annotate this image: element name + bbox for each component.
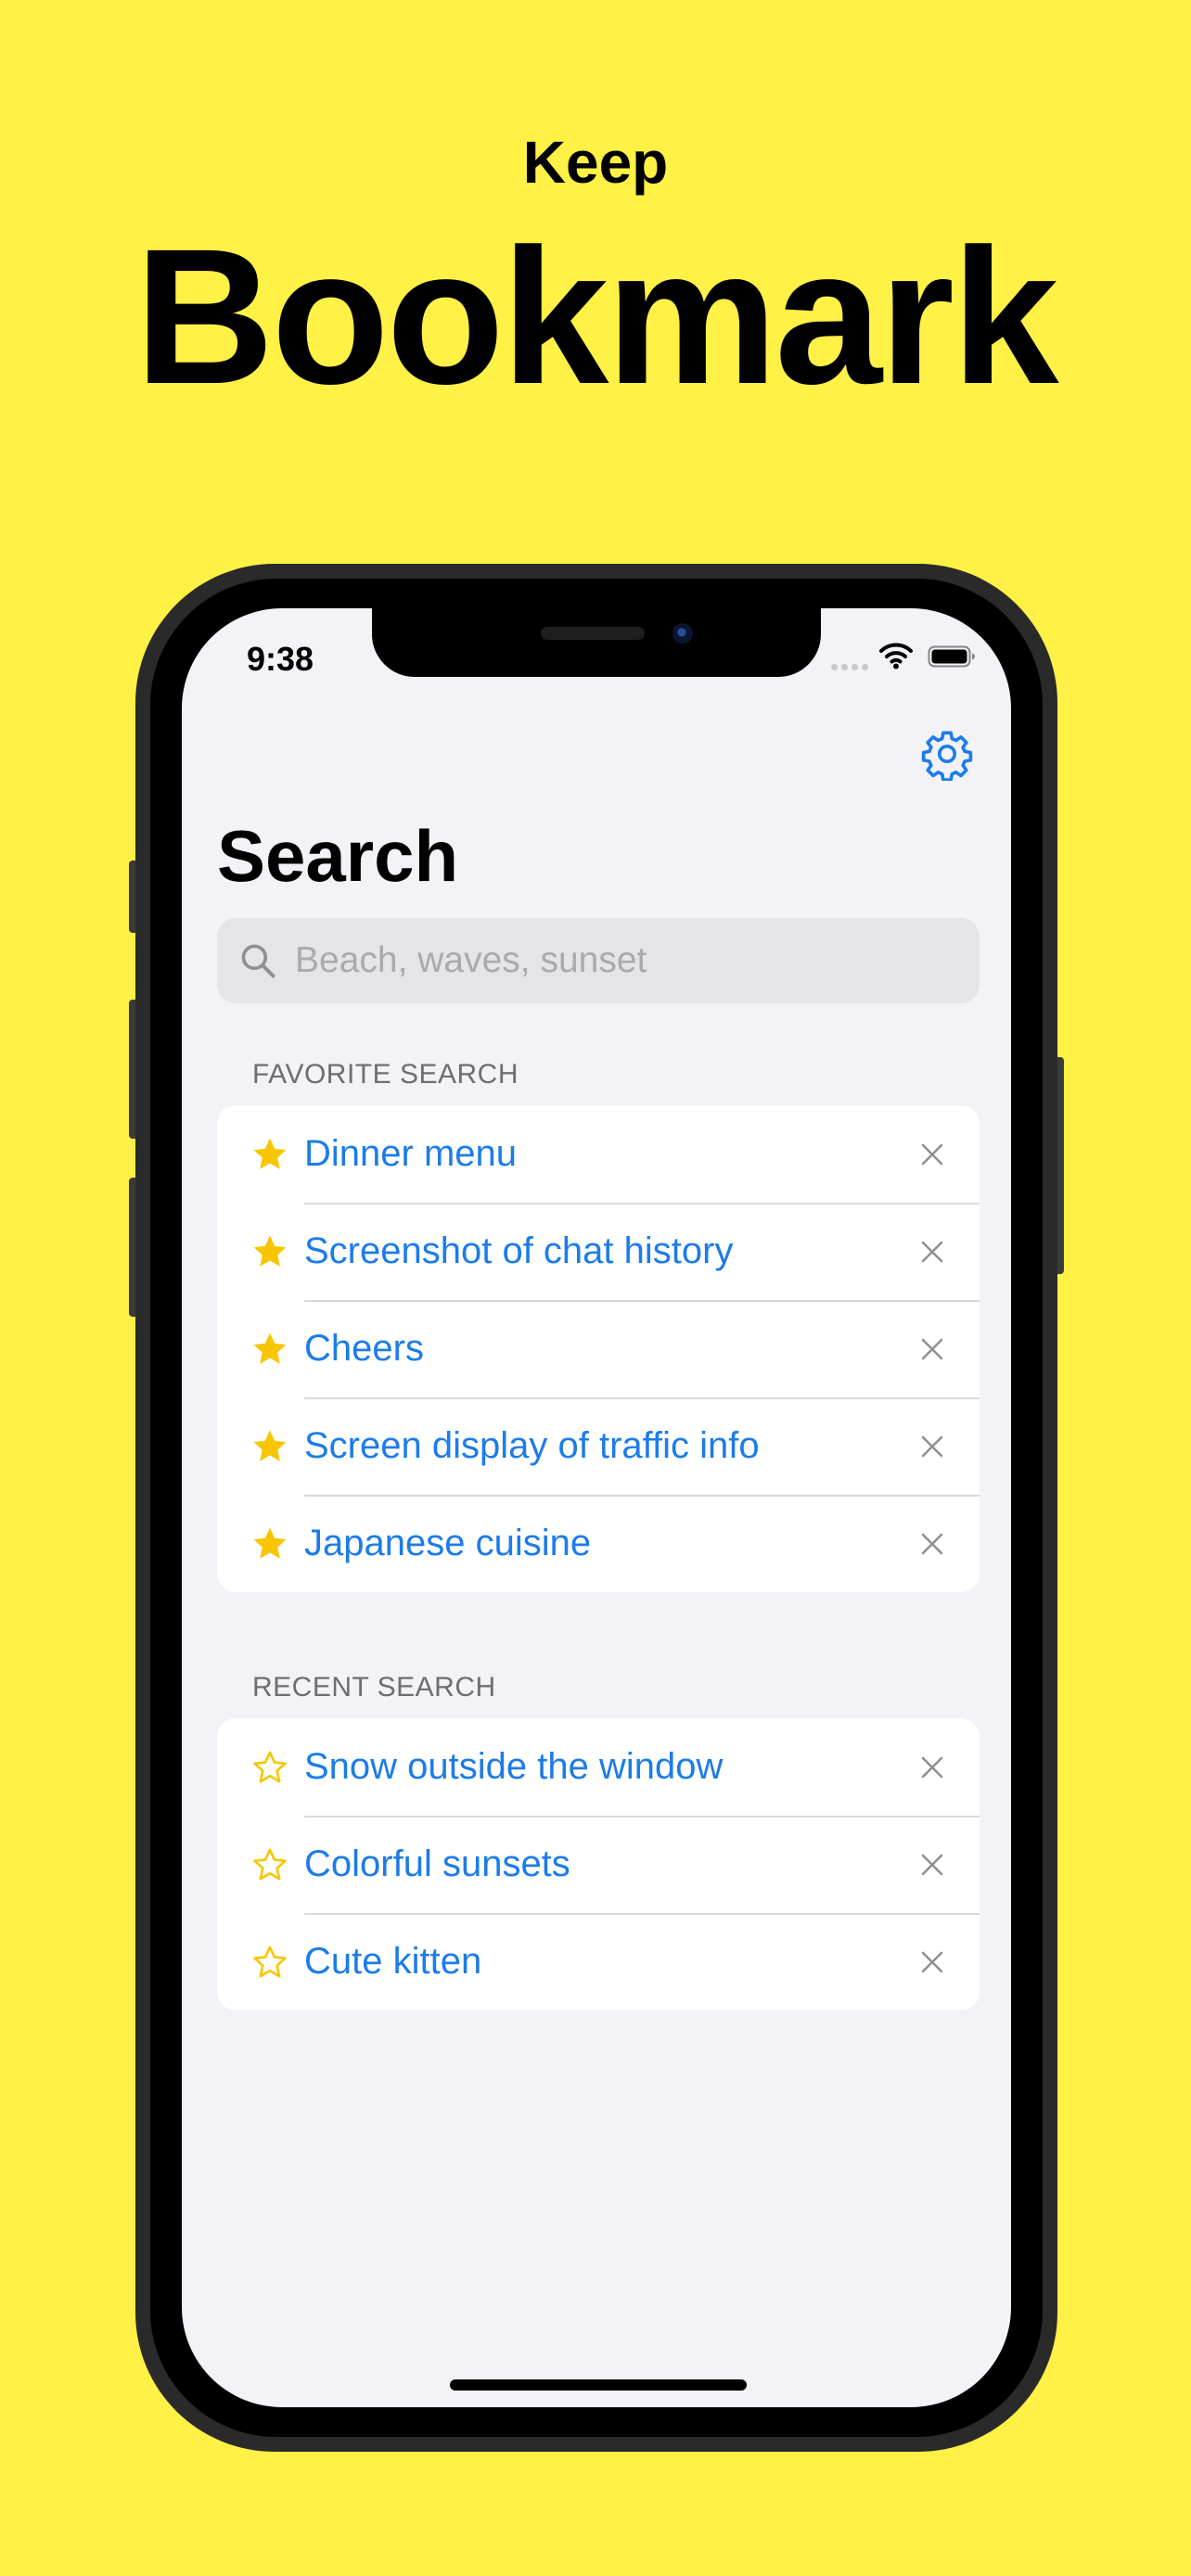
star-outline-icon[interactable] [250, 1845, 289, 1884]
favorite-search-label: Screenshot of chat history [304, 1231, 734, 1271]
favorite-search-item[interactable]: Screenshot of chat history [217, 1203, 980, 1300]
favorite-search-item[interactable]: Cheers [217, 1300, 980, 1397]
gear-icon[interactable] [920, 727, 974, 781]
notch [372, 608, 821, 677]
star-filled-icon[interactable] [250, 1232, 289, 1271]
close-icon[interactable] [918, 1530, 946, 1558]
home-indicator[interactable] [450, 2379, 747, 2391]
favorite-search-label: Japanese cuisine [304, 1523, 592, 1563]
star-filled-icon[interactable] [250, 1427, 289, 1466]
recent-search-label: Cute kitten [304, 1941, 482, 1982]
recent-search-item[interactable]: Cute kitten [217, 1913, 980, 2010]
favorite-search-label: Cheers [304, 1328, 424, 1369]
favorite-search-header: FAVORITE SEARCH [252, 1059, 519, 1090]
speaker-grille [541, 627, 645, 640]
star-filled-icon[interactable] [250, 1524, 289, 1563]
status-time: 9:38 [247, 640, 314, 678]
recent-search-label: Snow outside the window [304, 1746, 724, 1787]
favorite-search-item[interactable]: Japanese cuisine [217, 1495, 980, 1592]
favorite-search-label: Dinner menu [304, 1133, 518, 1174]
promo-kicker: Keep [522, 129, 669, 196]
search-input[interactable] [295, 940, 944, 981]
wifi-icon [879, 643, 913, 670]
battery-icon [928, 645, 975, 668]
favorite-search-list: Dinner menu Screenshot of chat history C… [217, 1105, 980, 1592]
cellular-dots-icon [831, 664, 868, 670]
close-icon[interactable] [918, 1851, 946, 1879]
favorite-search-label: Screen display of traffic info [304, 1425, 760, 1466]
star-filled-icon[interactable] [250, 1135, 289, 1174]
close-icon[interactable] [918, 1948, 946, 1976]
recent-search-item[interactable]: Colorful sunsets [217, 1816, 980, 1913]
promo-poster: Keep Bookmark 9:38 Search Beach, waves, … [0, 0, 1191, 2576]
star-filled-icon[interactable] [250, 1330, 289, 1369]
close-icon[interactable] [918, 1433, 946, 1460]
search-field[interactable] [217, 918, 980, 1003]
recent-search-item[interactable]: Snow outside the window [217, 1718, 980, 1816]
page-title: Search [217, 815, 459, 897]
recent-search-header: RECENT SEARCH [252, 1672, 496, 1702]
favorite-search-item[interactable]: Screen display of traffic info [217, 1397, 980, 1495]
search-icon [241, 944, 275, 978]
close-icon[interactable] [918, 1753, 946, 1781]
star-outline-icon[interactable] [250, 1748, 289, 1787]
promo-title: Bookmark [134, 210, 1058, 425]
favorite-search-item[interactable]: Dinner menu [217, 1105, 980, 1203]
front-camera [672, 623, 693, 644]
close-icon[interactable] [918, 1335, 946, 1363]
star-outline-icon[interactable] [250, 1943, 289, 1982]
recent-search-list: Snow outside the window Colorful sunsets… [217, 1718, 980, 2010]
close-icon[interactable] [918, 1238, 946, 1266]
close-icon[interactable] [918, 1141, 946, 1168]
recent-search-label: Colorful sunsets [304, 1843, 570, 1884]
phone-screen: 9:38 Search FA [182, 608, 1011, 2407]
